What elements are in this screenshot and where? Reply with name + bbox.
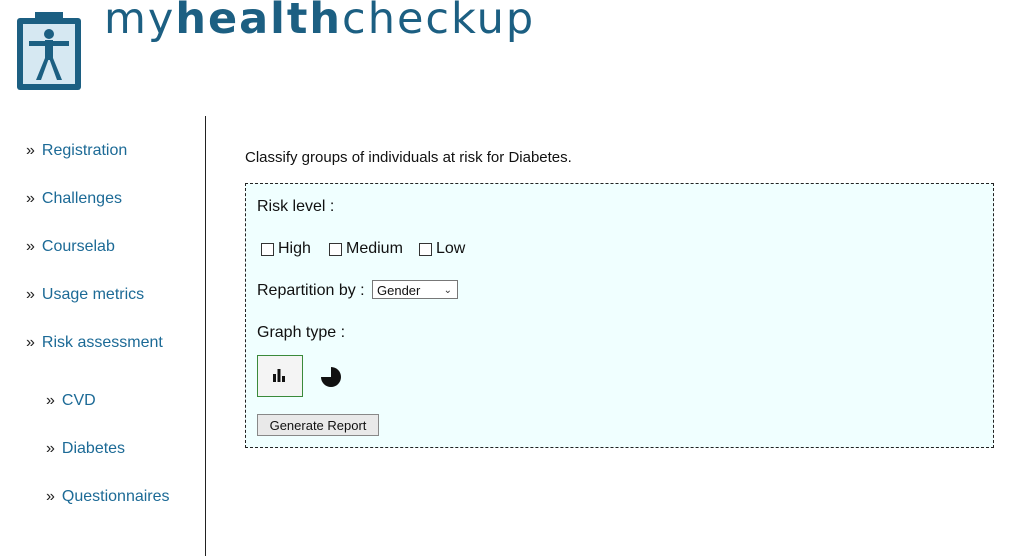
bullet: » xyxy=(26,142,35,159)
sidebar-item-courselab[interactable]: » Courselab xyxy=(26,238,115,256)
sidebar-subitem-cvd[interactable]: » CVD xyxy=(46,392,96,410)
person-clipboard-icon xyxy=(15,12,83,92)
brand-title: myhealthcheckup xyxy=(104,0,535,44)
sidebar-item-usage-metrics[interactable]: » Usage metrics xyxy=(26,286,144,304)
graph-type-label: Graph type : xyxy=(257,324,346,341)
pie-chart-button[interactable] xyxy=(320,366,342,388)
pie-chart-icon xyxy=(321,367,341,387)
sidebar-item-label: Registration xyxy=(41,142,128,159)
repartition-value: Gender xyxy=(377,283,421,298)
sidebar-item-label: Risk assessment xyxy=(41,334,163,351)
sidebar: » Registration » Challenges » Courselab » Us… xyxy=(0,116,206,556)
sidebar-subitem-label: CVD xyxy=(61,392,96,409)
bullet: » xyxy=(26,286,35,303)
brand-bold: health xyxy=(175,0,343,44)
sidebar-item-label: Challenges xyxy=(41,190,122,207)
checkbox-box[interactable] xyxy=(329,242,342,256)
brand-prefix: my xyxy=(104,0,176,44)
sidebar-item-risk-assessment[interactable]: » Risk assessment xyxy=(26,334,163,352)
checkbox-box[interactable] xyxy=(419,242,432,256)
generate-report-button[interactable]: Generate Report xyxy=(257,414,379,436)
bullet: » xyxy=(26,238,35,255)
bullet: » xyxy=(46,440,55,457)
checkbox-label: Medium xyxy=(346,240,403,257)
repartition-select[interactable]: Gender ⌄ xyxy=(372,280,458,299)
checkbox-label: High xyxy=(278,240,311,257)
report-form-panel: Risk level : High Medium Low Repartition… xyxy=(245,183,994,448)
risk-high-checkbox[interactable]: High xyxy=(261,240,311,258)
sidebar-item-label: Usage metrics xyxy=(41,286,145,303)
sidebar-item-registration[interactable]: » Registration xyxy=(26,142,127,160)
risk-medium-checkbox[interactable]: Medium xyxy=(329,240,403,258)
page-intro: Classify groups of individuals at risk f… xyxy=(245,149,572,166)
risk-low-checkbox[interactable]: Low xyxy=(419,240,465,258)
chevron-down-icon: ⌄ xyxy=(443,285,452,296)
bullet: » xyxy=(26,334,35,351)
bullet: » xyxy=(46,488,55,505)
checkbox-box[interactable] xyxy=(261,242,274,256)
bullet: » xyxy=(46,392,55,409)
bar-chart-icon xyxy=(273,369,285,382)
bullet: » xyxy=(26,190,35,207)
checkbox-label: Low xyxy=(436,240,466,257)
sidebar-subitem-label: Diabetes xyxy=(61,440,126,457)
sidebar-item-label: Courselab xyxy=(41,238,115,255)
repartition-label: Repartition by : xyxy=(257,282,365,299)
risk-level-label: Risk level : xyxy=(257,198,335,215)
sidebar-subitem-diabetes[interactable]: » Diabetes xyxy=(46,440,125,458)
bar-chart-button[interactable] xyxy=(257,355,303,397)
brand-suffix: checkup xyxy=(342,0,536,44)
sidebar-item-challenges[interactable]: » Challenges xyxy=(26,190,122,208)
sidebar-subitem-questionnaires[interactable]: » Questionnaires xyxy=(46,488,170,506)
sidebar-subitem-label: Questionnaires xyxy=(61,488,170,505)
